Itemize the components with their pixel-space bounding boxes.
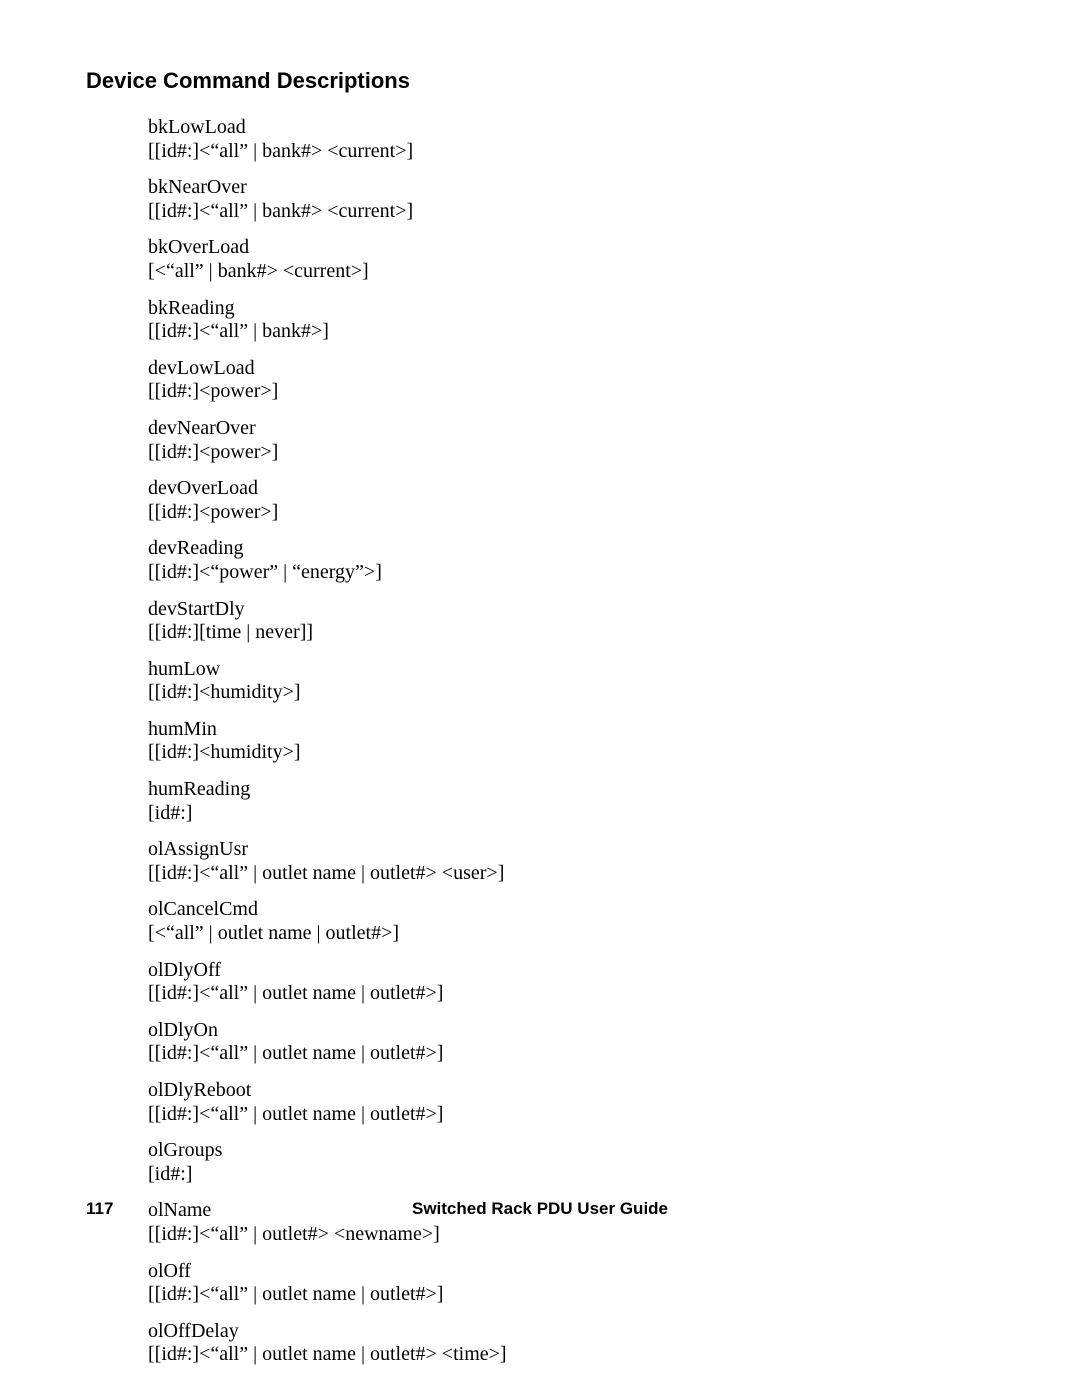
command-block: humLow [[id#:]<humidity>]	[148, 658, 994, 705]
command-args: [<“all” | outlet name | outlet#>]	[148, 922, 994, 946]
command-block: olOffDelay [[id#:]<“all” | outlet name |…	[148, 1320, 994, 1367]
command-name: olDlyOn	[148, 1019, 994, 1043]
page-number: 117	[86, 1199, 113, 1219]
command-block: olOff [[id#:]<“all” | outlet name | outl…	[148, 1260, 994, 1307]
command-name: devNearOver	[148, 417, 994, 441]
command-name: bkNearOver	[148, 176, 994, 200]
command-name: devOverLoad	[148, 477, 994, 501]
document-page: Device Command Descriptions bkLowLoad [[…	[0, 0, 1080, 1397]
command-args: [[id#:]<“all” | bank#>]	[148, 320, 994, 344]
command-args: [[id#:]<power>]	[148, 501, 994, 525]
command-block: olCancelCmd [<“all” | outlet name | outl…	[148, 898, 994, 945]
command-name: olOff	[148, 1260, 994, 1284]
command-block: humMin [[id#:]<humidity>]	[148, 718, 994, 765]
command-block: olAssignUsr [[id#:]<“all” | outlet name …	[148, 838, 994, 885]
command-args: [[id#:]<“all” | outlet#> <newname>]	[148, 1223, 994, 1247]
command-block: devLowLoad [[id#:]<power>]	[148, 357, 994, 404]
command-block: olDlyOn [[id#:]<“all” | outlet name | ou…	[148, 1019, 994, 1066]
command-name: bkReading	[148, 297, 994, 321]
footer-title: Switched Rack PDU User Guide	[86, 1199, 994, 1219]
command-name: olOffDelay	[148, 1320, 994, 1344]
command-block: devReading [[id#:]<“power” | “energy”>]	[148, 537, 994, 584]
command-args: [[id#:]<humidity>]	[148, 741, 994, 765]
command-args: [[id#:]<“power” | “energy”>]	[148, 561, 994, 585]
command-args: [[id#:]<“all” | outlet name | outlet#>]	[148, 982, 994, 1006]
command-name: devReading	[148, 537, 994, 561]
command-block: bkNearOver [[id#:]<“all” | bank#> <curre…	[148, 176, 994, 223]
command-block: olDlyOff [[id#:]<“all” | outlet name | o…	[148, 959, 994, 1006]
command-args: [[id#:]<humidity>]	[148, 681, 994, 705]
command-block: devNearOver [[id#:]<power>]	[148, 417, 994, 464]
command-args: [id#:]	[148, 1163, 994, 1187]
command-args: [id#:]	[148, 802, 994, 826]
command-block: olDlyReboot [[id#:]<“all” | outlet name …	[148, 1079, 994, 1126]
command-name: olDlyReboot	[148, 1079, 994, 1103]
command-block: olGroups [id#:]	[148, 1139, 994, 1186]
command-name: bkLowLoad	[148, 116, 994, 140]
command-block: bkOverLoad [<“all” | bank#> <current>]	[148, 236, 994, 283]
command-args: [[id#:]<“all” | bank#> <current>]	[148, 140, 994, 164]
command-args: [<“all” | bank#> <current>]	[148, 260, 994, 284]
page-footer: 117 Switched Rack PDU User Guide	[86, 1199, 994, 1219]
command-args: [[id#:]<power>]	[148, 380, 994, 404]
command-args: [[id#:][time | never]]	[148, 621, 994, 645]
command-name: olAssignUsr	[148, 838, 994, 862]
command-name: olCancelCmd	[148, 898, 994, 922]
command-name: bkOverLoad	[148, 236, 994, 260]
command-name: humLow	[148, 658, 994, 682]
command-args: [[id#:]<“all” | outlet name | outlet#>]	[148, 1042, 994, 1066]
section-heading: Device Command Descriptions	[86, 68, 994, 94]
command-list: bkLowLoad [[id#:]<“all” | bank#> <curren…	[148, 116, 994, 1367]
command-block: devOverLoad [[id#:]<power>]	[148, 477, 994, 524]
command-args: [[id#:]<power>]	[148, 441, 994, 465]
command-args: [[id#:]<“all” | bank#> <current>]	[148, 200, 994, 224]
command-block: bkLowLoad [[id#:]<“all” | bank#> <curren…	[148, 116, 994, 163]
command-args: [[id#:]<“all” | outlet name | outlet#>]	[148, 1103, 994, 1127]
command-args: [[id#:]<“all” | outlet name | outlet#> <…	[148, 1343, 994, 1367]
command-name: humReading	[148, 778, 994, 802]
command-name: devStartDly	[148, 598, 994, 622]
command-name: devLowLoad	[148, 357, 994, 381]
command-block: humReading [id#:]	[148, 778, 994, 825]
command-name: olDlyOff	[148, 959, 994, 983]
command-block: bkReading [[id#:]<“all” | bank#>]	[148, 297, 994, 344]
command-args: [[id#:]<“all” | outlet name | outlet#>]	[148, 1283, 994, 1307]
command-args: [[id#:]<“all” | outlet name | outlet#> <…	[148, 862, 994, 886]
command-name: humMin	[148, 718, 994, 742]
command-block: devStartDly [[id#:][time | never]]	[148, 598, 994, 645]
command-name: olGroups	[148, 1139, 994, 1163]
